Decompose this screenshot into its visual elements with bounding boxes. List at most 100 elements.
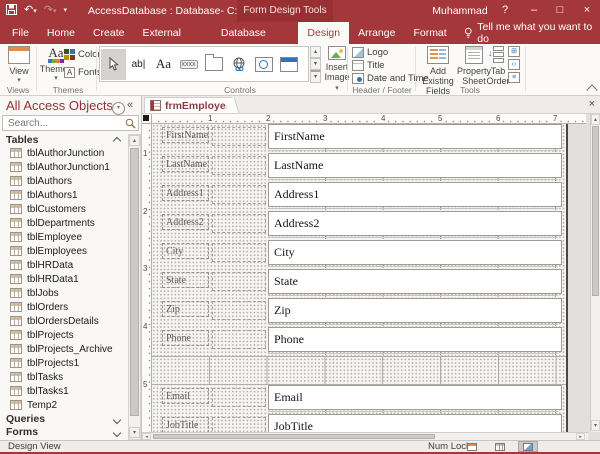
field-textbox[interactable]: LastName: [268, 153, 562, 178]
maximize-button[interactable]: □: [549, 0, 571, 22]
nav-group-queries[interactable]: Queries: [0, 413, 126, 426]
scroll-up-arrow[interactable]: ▴: [591, 114, 600, 125]
tab-file[interactable]: File: [3, 22, 38, 44]
date-and-time-button[interactable]: Date and Time: [352, 73, 429, 84]
nav-pane-menu-icon[interactable]: ▾: [112, 102, 125, 115]
list-item[interactable]: tblHRData: [0, 258, 127, 272]
layout-cell[interactable]: [212, 301, 266, 320]
field-textbox[interactable]: FirstName: [268, 124, 562, 149]
field-textbox[interactable]: Address2: [268, 211, 562, 236]
list-item[interactable]: Temp2: [0, 398, 127, 412]
gallery-scroll-down[interactable]: ▾: [310, 58, 321, 70]
convert-macros-button[interactable]: ≡: [508, 72, 520, 83]
minimize-button[interactable]: –: [523, 0, 545, 22]
layout-cell[interactable]: [212, 156, 266, 175]
logo-button[interactable]: Logo: [352, 47, 388, 58]
datasheet-view-button[interactable]: [490, 441, 510, 452]
view-code-button[interactable]: ‹›: [508, 59, 520, 70]
tell-me-box[interactable]: Tell me what you want to do: [464, 22, 600, 44]
label-control[interactable]: Aa: [151, 49, 176, 80]
tab-create[interactable]: Create: [84, 22, 134, 44]
vertical-scrollbar[interactable]: ▴ ▾: [590, 114, 600, 432]
list-item[interactable]: tblAuthorJunction1: [0, 160, 127, 174]
nav-pane-scrollbar[interactable]: ▴ ▾: [128, 134, 141, 440]
redo-button[interactable]: ↷▾: [44, 0, 57, 23]
collapse-ribbon-button[interactable]: [586, 84, 597, 95]
nav-search-box[interactable]: [2, 115, 139, 131]
tab-arrange[interactable]: Arrange: [349, 22, 404, 44]
field-label[interactable]: City: [162, 243, 209, 259]
view-button[interactable]: View ▾: [4, 46, 34, 86]
layout-cell[interactable]: [212, 127, 266, 146]
close-document-icon[interactable]: ×: [589, 98, 595, 110]
scroll-left-arrow[interactable]: ◂: [142, 433, 151, 440]
list-item[interactable]: tblAuthors: [0, 174, 127, 188]
form-view-button[interactable]: [462, 441, 482, 452]
empty-layout-row[interactable]: [152, 356, 566, 385]
customize-qat-button[interactable]: ▾: [63, 0, 67, 22]
gallery-more-button[interactable]: ▾: [310, 70, 321, 83]
list-item[interactable]: tblEmployee: [0, 230, 127, 244]
help-button[interactable]: ?: [494, 0, 516, 22]
list-item[interactable]: tblEmployees: [0, 244, 127, 258]
layout-cell[interactable]: [212, 330, 266, 349]
horizontal-scrollbar[interactable]: ◂ ▸: [142, 432, 588, 440]
nav-group-forms[interactable]: Forms: [0, 426, 126, 439]
field-textbox[interactable]: City: [268, 240, 562, 265]
field-textbox[interactable]: Email: [268, 385, 562, 410]
close-button[interactable]: ×: [576, 0, 598, 22]
list-item[interactable]: tblOrders: [0, 300, 127, 314]
field-label[interactable]: Zip: [162, 301, 209, 317]
field-label[interactable]: Address1: [162, 185, 209, 201]
tab-home[interactable]: Home: [38, 22, 84, 44]
scroll-thumb[interactable]: [130, 148, 139, 416]
design-view-button[interactable]: [518, 441, 538, 452]
undo-button[interactable]: ↶▾: [24, 0, 37, 23]
vertical-ruler[interactable]: 1 2 3 4 5: [142, 124, 152, 432]
tab-format[interactable]: Format: [404, 22, 455, 44]
field-label[interactable]: Address2: [162, 214, 209, 230]
tab-design[interactable]: Design: [298, 22, 349, 44]
field-textbox[interactable]: State: [268, 269, 562, 294]
layout-cell[interactable]: [212, 243, 266, 262]
list-item[interactable]: tblProjects: [0, 328, 127, 342]
list-item[interactable]: tblTasks1: [0, 384, 127, 398]
field-label[interactable]: Email: [162, 388, 209, 404]
tab-external-data[interactable]: External Data: [133, 22, 211, 44]
tab-database-tools[interactable]: Database Tools: [212, 22, 299, 44]
field-textbox[interactable]: JobTitle: [268, 414, 562, 432]
list-item[interactable]: tblCustomers: [0, 202, 127, 216]
horizontal-ruler[interactable]: 1 2 3 4 5 6 7: [152, 114, 586, 124]
layout-cell[interactable]: [212, 272, 266, 291]
title-button[interactable]: Title: [352, 60, 385, 71]
field-label[interactable]: JobTitle: [162, 417, 209, 432]
document-tab-frmEmployee[interactable]: frmEmployee: [144, 97, 232, 113]
hyperlink-control[interactable]: [226, 49, 251, 80]
list-item[interactable]: tblHRData1: [0, 272, 127, 286]
field-label[interactable]: State: [162, 272, 209, 288]
search-input[interactable]: [6, 116, 125, 131]
list-item[interactable]: tblTasks: [0, 370, 127, 384]
field-textbox[interactable]: Address1: [268, 182, 562, 207]
scroll-down-arrow[interactable]: ▾: [591, 420, 600, 431]
web-browser-control[interactable]: [251, 49, 276, 80]
list-item[interactable]: tblProjects_Archive: [0, 342, 127, 356]
select-pointer-control[interactable]: [101, 49, 126, 80]
property-sheet-button[interactable]: Property Sheet: [459, 46, 489, 86]
list-item[interactable]: tblJobs: [0, 286, 127, 300]
section-selector[interactable]: [143, 115, 149, 121]
field-textbox[interactable]: Zip: [268, 298, 562, 323]
save-icon[interactable]: [6, 4, 17, 18]
scroll-right-arrow[interactable]: ▸: [576, 433, 585, 440]
list-item[interactable]: tblDepartments: [0, 216, 127, 230]
scroll-down-arrow[interactable]: ▾: [129, 427, 140, 438]
list-item[interactable]: tblProjects1: [0, 356, 127, 370]
layout-cell[interactable]: [212, 185, 266, 204]
scroll-thumb[interactable]: [592, 126, 599, 296]
layout-cell[interactable]: [212, 417, 266, 432]
scroll-up-arrow[interactable]: ▴: [129, 135, 140, 146]
form-design-canvas[interactable]: FirstName FirstName LastName LastName Ad…: [152, 124, 568, 432]
navigation-control[interactable]: [276, 49, 301, 80]
field-label[interactable]: LastName: [162, 156, 209, 172]
layout-cell[interactable]: [212, 388, 266, 407]
